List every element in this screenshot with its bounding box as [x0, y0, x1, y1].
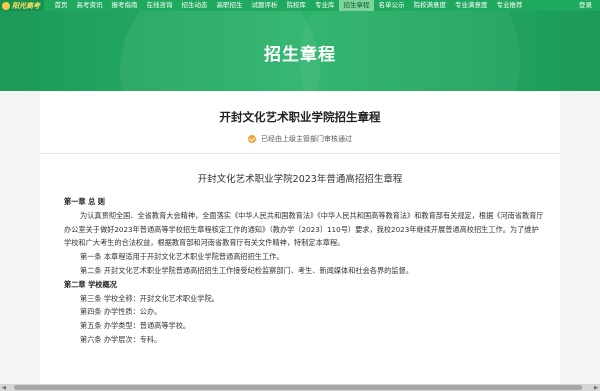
- nav-item-schools[interactable]: 院校库: [282, 0, 311, 11]
- nav-item-consult[interactable]: 在线咨询: [142, 0, 177, 11]
- article-clause: 第六条 办学层次：专科。: [80, 334, 162, 344]
- chapter-heading: 第二章 学校概况: [64, 279, 117, 289]
- article-body: 第一章 总 则 为认真贯彻全国、全省教育大会精神，全面落实《中华人民共和国教育法…: [64, 195, 544, 347]
- hero-banner: 招生章程: [0, 11, 600, 91]
- nav-item-list[interactable]: 名单公示: [374, 0, 409, 11]
- scroll-left-arrow-icon[interactable]: ◀: [2, 385, 6, 391]
- chapter-heading: 第一章 总 则: [64, 197, 105, 206]
- nav-item-charter[interactable]: 招生章程: [339, 0, 374, 11]
- login-link[interactable]: 登录: [579, 0, 592, 11]
- logo-icon: [2, 1, 10, 10]
- divider: [40, 153, 560, 154]
- verify-text: 已经由上级主管部门审核通过: [261, 135, 352, 143]
- nav-item-news[interactable]: 高考资讯: [72, 0, 107, 11]
- hero-title: 招生章程: [264, 45, 336, 65]
- article-clause: 第五条 办学类型：普通高等学校。: [80, 321, 191, 331]
- site-logo[interactable]: 阳光高考: [0, 0, 44, 11]
- nav-item-home[interactable]: 首页: [50, 0, 72, 11]
- scroll-right-arrow-icon[interactable]: ▶: [594, 385, 598, 391]
- horizontal-scrollbar[interactable]: ◀ ▶: [0, 384, 600, 391]
- document-title: 开封文化艺术职业学院2023年普通高招招生章程: [197, 174, 403, 185]
- paragraph: 为认真贯彻全国、全省教育大会精神，全面落实《中华人民共和国教育法》《中华人民共和…: [64, 210, 544, 248]
- nav-item-admission-news[interactable]: 招生动态: [177, 0, 212, 11]
- nav-item-majors[interactable]: 专业库: [311, 0, 340, 11]
- verified-icon: [248, 135, 256, 143]
- nav-item-exam-review[interactable]: 试题评析: [247, 0, 282, 11]
- nav-menu: 首页 高考资讯 报考指南 在线咨询 招生动态 高职招生 试题评析 院校库 专业库…: [50, 0, 527, 11]
- verify-note: 已经由上级主管部门审核通过: [40, 134, 560, 144]
- logo-text: 阳光高考: [12, 1, 40, 10]
- article-card: 开封文化艺术职业学院招生章程 已经由上级主管部门审核通过 开封文化艺术职业学院2…: [40, 91, 560, 387]
- article-title: 开封文化艺术职业学院招生章程: [219, 110, 381, 124]
- article-clause: 第一条 本章程适用于开封文化艺术职业学院普通高招招生工作。: [80, 252, 284, 262]
- nav-item-school-satisfaction[interactable]: 院校满意度: [409, 0, 451, 11]
- nav-item-major-satisfaction[interactable]: 专业满意度: [451, 0, 493, 11]
- scrollbar-thumb[interactable]: [14, 385, 582, 390]
- article-clause: 第四条 办学性质：公办。: [80, 307, 162, 317]
- article-clause: 第三条 学校全称：开封文化艺术职业学院。: [80, 293, 219, 303]
- top-nav: 阳光高考 首页 高考资讯 报考指南 在线咨询 招生动态 高职招生 试题评析 院校…: [0, 0, 600, 11]
- nav-item-vocational[interactable]: 高职招生: [212, 0, 247, 11]
- nav-item-major-recommend[interactable]: 专业推荐: [492, 0, 527, 11]
- article-clause: 第二条 开封文化艺术职业学院普通高招招生工作接受纪检监察部门、考生、新闻媒体和社…: [80, 265, 413, 275]
- nav-item-guide[interactable]: 报考指南: [107, 0, 142, 11]
